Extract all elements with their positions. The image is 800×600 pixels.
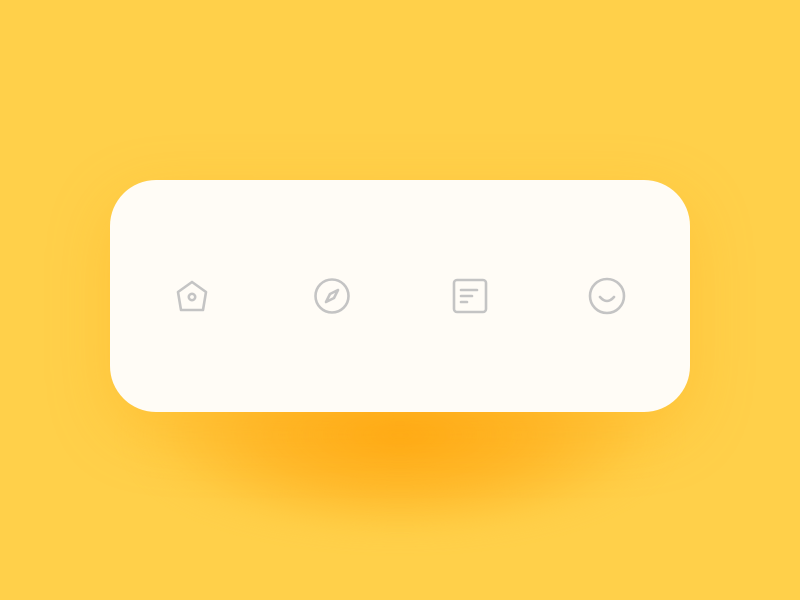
tab-profile[interactable] — [587, 276, 627, 316]
document-icon — [452, 278, 488, 314]
tab-home[interactable] — [172, 276, 212, 316]
smiley-icon — [588, 277, 626, 315]
tab-notes[interactable] — [450, 276, 490, 316]
home-icon — [176, 280, 208, 312]
tab-bar — [110, 180, 690, 412]
compass-icon — [314, 278, 350, 314]
tab-explore[interactable] — [312, 276, 352, 316]
